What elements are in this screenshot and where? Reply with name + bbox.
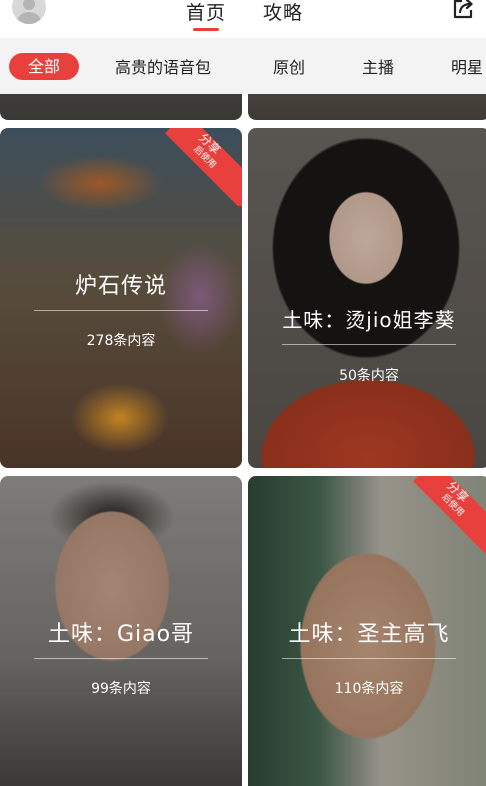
tab-guide[interactable]: 攻略	[263, 0, 303, 25]
share-ribbon: 分享 后使用	[164, 128, 242, 206]
category-streamer[interactable]: 主播	[362, 54, 394, 81]
card-giao[interactable]: 土味：Giao哥 99条内容	[0, 476, 242, 786]
tab-home[interactable]: 首页	[186, 0, 226, 25]
card-hearthstone[interactable]: 炉石传说 278条内容 分享 后使用	[0, 128, 242, 468]
card-grid: 炉石传说 278条内容 分享 后使用 土味：烫jio姐李葵 50条内容 土味：G…	[0, 94, 486, 786]
share-icon[interactable]	[450, 0, 476, 22]
category-original[interactable]: 原创	[273, 54, 305, 81]
active-tab-indicator	[193, 28, 219, 31]
card-gao-fei[interactable]: 土味：圣主高飞 110条内容 分享 后使用	[248, 476, 486, 786]
card-count: 50条内容	[339, 368, 399, 384]
category-all[interactable]: 全部	[9, 53, 79, 80]
avatar-body-shape	[17, 12, 41, 24]
avatar-icon[interactable]	[12, 0, 46, 24]
card-title: 炉石传说	[74, 274, 167, 299]
top-header: 首页 攻略	[0, 0, 486, 38]
card-partial-right[interactable]	[248, 94, 486, 120]
category-celebrity[interactable]: 明星	[451, 54, 483, 81]
card-title: 土味：圣主高飞	[288, 622, 450, 647]
card-count: 110条内容	[334, 681, 404, 697]
share-ribbon: 分享 后使用	[412, 476, 486, 554]
category-bar: 全部 高贵的语音包 原创 主播 明星	[0, 38, 486, 94]
card-title: 土味：烫jio姐李葵	[282, 308, 456, 332]
card-background	[0, 94, 242, 120]
card-background	[248, 94, 486, 120]
avatar-head-shape	[23, 0, 35, 10]
card-title: 土味：Giao哥	[47, 622, 195, 647]
card-partial-left[interactable]	[0, 94, 242, 120]
card-divider	[34, 310, 208, 311]
card-divider	[282, 658, 456, 659]
card-li-kui[interactable]: 土味：烫jio姐李葵 50条内容	[248, 128, 486, 468]
share-icon-graphic	[453, 0, 473, 19]
card-divider	[282, 344, 456, 345]
category-voice-pack[interactable]: 高贵的语音包	[115, 54, 211, 81]
card-divider	[34, 658, 208, 659]
card-count: 278条内容	[86, 333, 156, 349]
card-overlay	[248, 128, 486, 468]
card-count: 99条内容	[91, 681, 151, 697]
app-page: 首页 攻略 全部 高贵的语音包 原创 主播 明星 炉石传说 278条内容 分享 …	[0, 0, 486, 786]
